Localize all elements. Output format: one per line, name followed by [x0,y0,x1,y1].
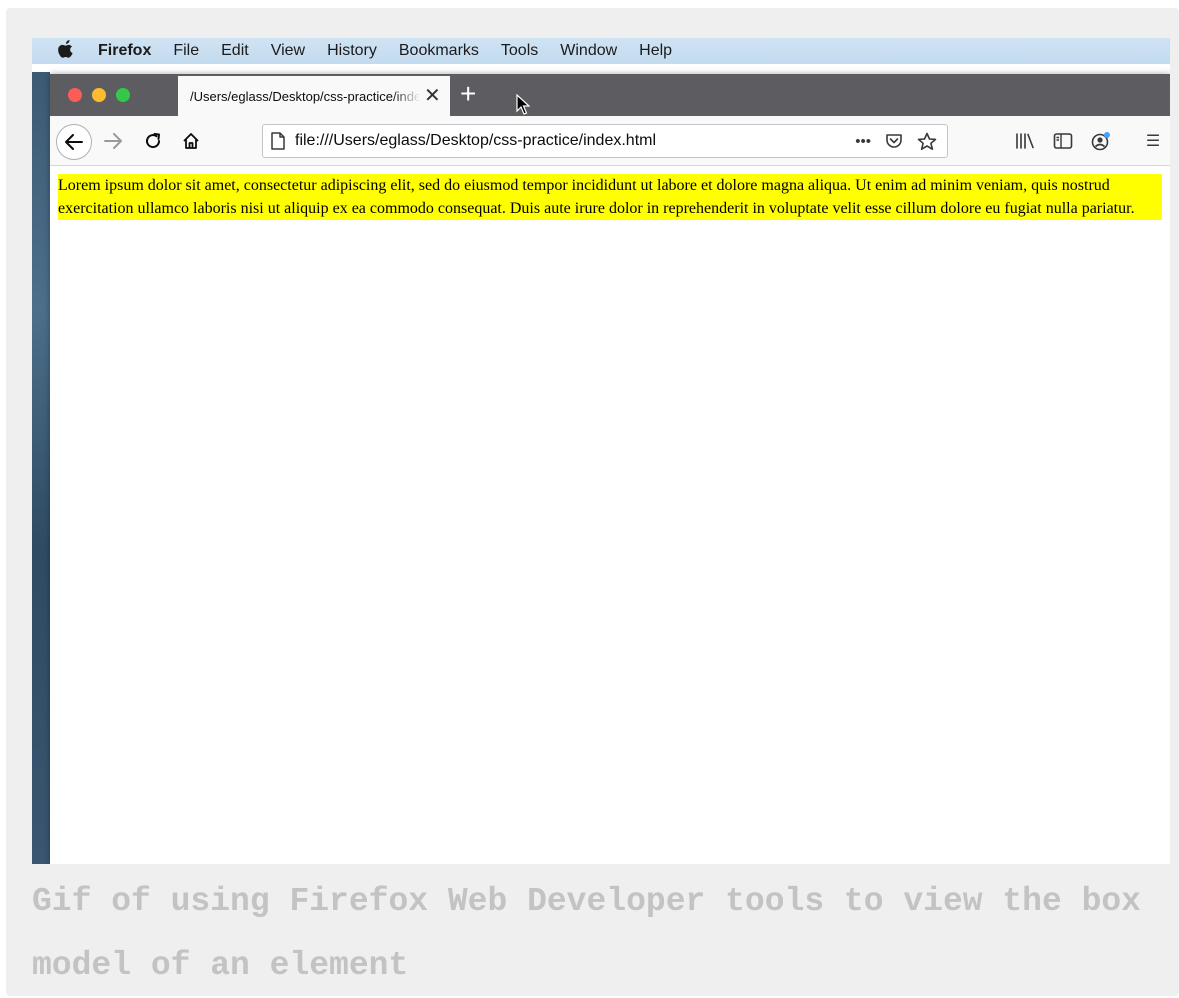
forward-button[interactable] [98,126,128,156]
new-tab-icon[interactable]: + [460,80,476,108]
tab-title: /Users/eglass/Desktop/css-practice/index… [190,88,420,104]
hamburger-menu-icon[interactable]: ☰ [1134,131,1170,151]
tab-close-icon[interactable]: ✕ [424,86,441,106]
zoom-window-button[interactable] [116,88,130,102]
bookmark-star-icon[interactable] [917,132,937,151]
close-window-button[interactable] [68,88,82,102]
back-arrow-icon [65,134,83,150]
home-icon [183,133,199,149]
mac-menubar: Firefox File Edit View History Bookmarks… [32,38,1170,64]
menu-app-firefox[interactable]: Firefox [98,42,151,60]
figure-caption: Gif of using Firefox Web Developer tools… [32,883,1141,984]
reload-icon [146,133,161,149]
menu-file[interactable]: File [173,42,199,60]
menu-tools[interactable]: Tools [501,42,538,60]
pocket-icon[interactable] [885,133,903,150]
page-content: Lorem ipsum dolor sit amet, consectetur … [50,166,1170,864]
library-icon[interactable] [1006,132,1044,150]
tab-active[interactable]: /Users/eglass/Desktop/css-practice/index… [178,76,450,116]
window-controls [68,88,130,102]
account-icon[interactable] [1082,131,1120,151]
forward-arrow-icon [104,133,122,149]
minimize-window-button[interactable] [92,88,106,102]
navigation-toolbar: file:///Users/eglass/Desktop/css-practic… [50,116,1170,166]
desktop-background [32,72,50,864]
tab-bar: /Users/eglass/Desktop/css-practice/index… [50,74,1170,116]
home-button[interactable] [176,126,206,156]
apple-icon[interactable] [58,39,78,63]
reload-button[interactable] [138,126,168,156]
menu-view[interactable]: View [271,42,305,60]
menu-window[interactable]: Window [560,42,617,60]
url-bar[interactable]: file:///Users/eglass/Desktop/css-practic… [262,124,948,158]
figure-frame: Firefox File Edit View History Bookmarks… [6,8,1179,996]
browser-window: /Users/eglass/Desktop/css-practice/index… [50,74,1170,864]
highlighted-paragraph: Lorem ipsum dolor sit amet, consectetur … [58,174,1162,220]
menu-edit[interactable]: Edit [221,42,249,60]
menu-history[interactable]: History [327,42,377,60]
back-button[interactable] [56,124,92,160]
sidebar-icon[interactable] [1044,132,1082,150]
menu-bookmarks[interactable]: Bookmarks [399,42,479,60]
page-icon [271,132,285,150]
page-actions: ••• [855,132,937,151]
menu-help[interactable]: Help [639,42,672,60]
toolbar-right: ☰ [1006,126,1170,156]
page-actions-menu-icon[interactable]: ••• [855,133,871,150]
screenshot: Firefox File Edit View History Bookmarks… [32,38,1170,864]
url-text[interactable]: file:///Users/eglass/Desktop/css-practic… [295,132,855,150]
